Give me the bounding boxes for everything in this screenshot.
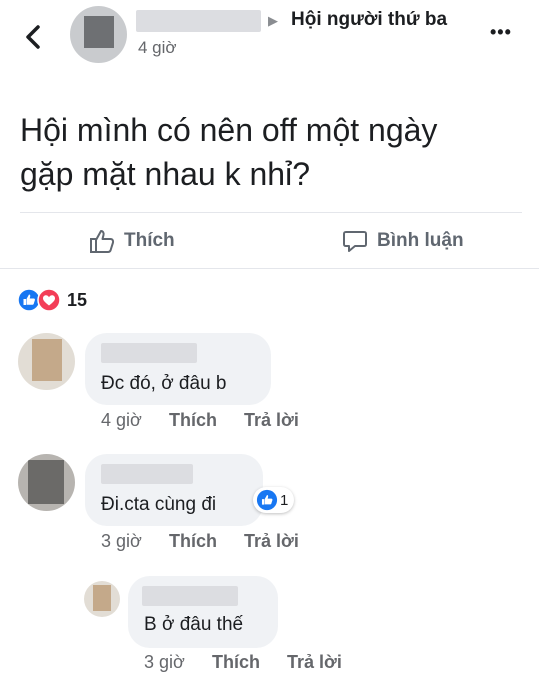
group-arrow-icon: ▶ <box>268 13 278 28</box>
more-options-icon[interactable]: ••• <box>490 22 512 43</box>
comment-reply-button[interactable]: Trả lời <box>244 531 299 552</box>
comment-text: Đi.cta cùng đi <box>101 494 217 515</box>
divider-bottom <box>0 268 539 269</box>
reply-reply-button[interactable]: Trả lời <box>287 652 342 673</box>
commenter-name-redacted <box>101 343 197 363</box>
comment-reaction-count: 1 <box>280 491 289 509</box>
comment-button[interactable]: Bình luận <box>342 226 464 256</box>
comment-bubble-icon <box>343 231 367 252</box>
comment-reaction-pill[interactable]: 1 <box>253 487 295 513</box>
post-text-line-1: Hội mình có nên off một ngày <box>20 112 438 148</box>
post-text-line-2: gặp mặt nhau k nhỉ? <box>20 156 310 192</box>
like-button[interactable]: Thích <box>88 226 175 256</box>
commenter-avatar[interactable] <box>18 333 75 390</box>
comment-time: 3 giờ <box>101 531 142 551</box>
comment-like-button[interactable]: Thích <box>169 410 217 431</box>
reply-time: 3 giờ <box>144 652 185 672</box>
reply-like-button[interactable]: Thích <box>212 652 260 673</box>
reply-text: B ở đâu thế <box>144 614 244 635</box>
like-reaction-icon <box>256 489 278 511</box>
comment-bubble: Đi.cta cùng đi <box>85 454 263 526</box>
avatar-blur <box>93 585 111 611</box>
thumbs-up-icon <box>90 230 115 253</box>
like-button-label: Thích <box>124 230 175 251</box>
comment-text: Đc đó, ở đâu b <box>101 373 227 394</box>
replier-name-redacted <box>142 586 238 606</box>
author-avatar[interactable] <box>70 6 127 63</box>
comment-like-button[interactable]: Thích <box>169 531 217 552</box>
avatar-blur <box>84 16 114 48</box>
avatar-blur <box>32 339 62 381</box>
back-button[interactable] <box>20 22 48 52</box>
divider-top <box>20 212 522 213</box>
reply-bubble: B ở đâu thế <box>128 576 278 648</box>
reaction-count: 15 <box>67 289 88 310</box>
post-time: 4 giờ <box>138 38 177 57</box>
comment-reply-button[interactable]: Trả lời <box>244 410 299 431</box>
group-name-link[interactable]: Hội người thứ ba <box>291 9 447 31</box>
author-name-redacted <box>136 10 261 32</box>
avatar-blur <box>28 460 64 504</box>
replier-avatar[interactable] <box>84 581 120 617</box>
love-reaction-icon <box>37 288 61 312</box>
comment-bubble: Đc đó, ở đâu b <box>85 333 271 405</box>
commenter-avatar[interactable] <box>18 454 75 511</box>
comment-button-label: Bình luận <box>377 230 464 251</box>
commenter-name-redacted <box>101 464 193 484</box>
comment-time: 4 giờ <box>101 410 142 430</box>
reactions-summary[interactable]: 15 <box>17 288 87 312</box>
chevron-left-icon <box>26 25 40 49</box>
